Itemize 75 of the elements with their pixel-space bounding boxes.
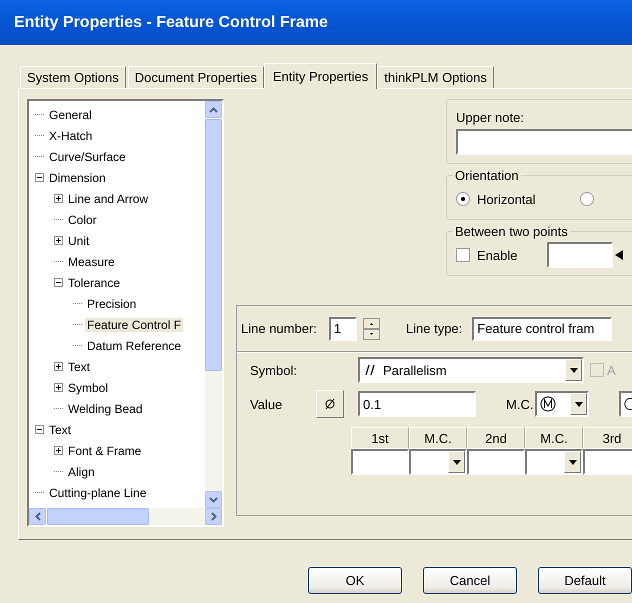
- expander-icon[interactable]: [54, 278, 63, 287]
- field-label: Upper note:: [456, 110, 525, 125]
- value-field[interactable]: 0.1: [358, 391, 476, 417]
- checkbox-label: Enable: [477, 248, 518, 262]
- expander-icon[interactable]: [54, 446, 63, 455]
- expander-icon[interactable]: [54, 362, 63, 371]
- tree-item[interactable]: Precision: [85, 296, 138, 310]
- expander-icon[interactable]: [54, 383, 63, 392]
- diameter-button[interactable]: [316, 390, 344, 418]
- vertical-scrollbar[interactable]: [205, 101, 222, 508]
- tab[interactable]: Entity Properties: [264, 63, 378, 89]
- field-label: M.C.: [506, 396, 534, 412]
- datum-field[interactable]: [351, 449, 409, 475]
- tree-item[interactable]: X-Hatch: [47, 128, 94, 142]
- group-label: Between two points: [454, 224, 569, 239]
- tree-item[interactable]: Text: [66, 360, 92, 374]
- field-label: Value: [249, 396, 284, 412]
- tree-item[interactable]: Measure: [66, 254, 117, 268]
- group-label: Orientation: [454, 168, 520, 183]
- tree-item[interactable]: Datum Reference: [85, 338, 184, 352]
- caret-icon: [568, 460, 576, 464]
- tree-item[interactable]: Welding Bead: [66, 402, 144, 416]
- tree-item[interactable]: Dimension: [47, 170, 108, 184]
- tree-item[interactable]: Cutting-plane Line: [47, 486, 148, 500]
- field-label: Symbol:: [249, 362, 298, 378]
- tree-item[interactable]: Curve/Surface: [47, 150, 128, 164]
- upper-note-field[interactable]: [456, 129, 632, 155]
- column-header: 2nd: [467, 427, 525, 449]
- checkbox[interactable]: [456, 248, 470, 262]
- material-condition-dropdown[interactable]: [535, 391, 590, 417]
- spinner[interactable]: [362, 318, 380, 340]
- input-field[interactable]: [547, 242, 614, 268]
- symbol-dropdown[interactable]: Parallelism: [358, 357, 584, 383]
- tree-item[interactable]: Align: [66, 464, 97, 478]
- tab[interactable]: thinkPLM Options: [377, 66, 494, 88]
- parallel-lines-icon: [363, 363, 377, 377]
- radio-button[interactable]: [456, 192, 470, 206]
- circled-m-icon: [540, 396, 556, 412]
- tree-item[interactable]: Text: [47, 422, 74, 436]
- tree-item[interactable]: Symbol: [66, 380, 110, 394]
- field-label: Line type:: [406, 321, 462, 336]
- tree-item[interactable]: Unit: [66, 234, 92, 248]
- expander-icon[interactable]: [54, 194, 63, 203]
- caret-icon: [570, 368, 578, 372]
- line-type-field[interactable]: Feature control fram: [472, 316, 612, 340]
- tree-item[interactable]: General: [47, 108, 94, 122]
- expander-icon[interactable]: [35, 173, 44, 182]
- radio-button[interactable]: [580, 192, 594, 206]
- tree-item[interactable]: Color: [66, 212, 99, 226]
- column-header: M.C.: [525, 427, 583, 449]
- tab[interactable]: System Options: [20, 66, 126, 88]
- arrow-icon: [615, 250, 624, 260]
- radio-label: Horizontal: [477, 192, 536, 206]
- tree-item[interactable]: Font & Frame: [66, 444, 144, 458]
- tree-item[interactable]: Tolerance: [66, 276, 122, 290]
- dialog-button[interactable]: Cancel: [423, 567, 517, 594]
- caret-icon: [452, 460, 460, 464]
- tree-item[interactable]: Feature Control F: [85, 318, 184, 332]
- dialog-button[interactable]: OK: [308, 567, 402, 594]
- tree-item[interactable]: Line and Arrow: [66, 192, 150, 206]
- column-header: 1st: [351, 427, 409, 449]
- window-title: Entity Properties - Feature Control Frame: [14, 14, 328, 32]
- expander-icon[interactable]: [35, 425, 44, 434]
- datum-field[interactable]: [467, 449, 525, 475]
- diameter-icon: [323, 397, 337, 411]
- column-header: M.C.: [409, 427, 467, 449]
- line-number-field[interactable]: 1: [328, 316, 357, 340]
- datum-field[interactable]: [583, 449, 632, 475]
- tab[interactable]: Document Properties: [128, 66, 264, 88]
- caret-icon: [574, 402, 583, 406]
- field-label: Line number:: [241, 321, 317, 336]
- checkbox-label: A: [607, 362, 616, 378]
- horizontal-scrollbar[interactable]: [29, 508, 222, 525]
- dialog-button[interactable]: Default: [538, 567, 632, 594]
- expander-icon[interactable]: [54, 236, 63, 245]
